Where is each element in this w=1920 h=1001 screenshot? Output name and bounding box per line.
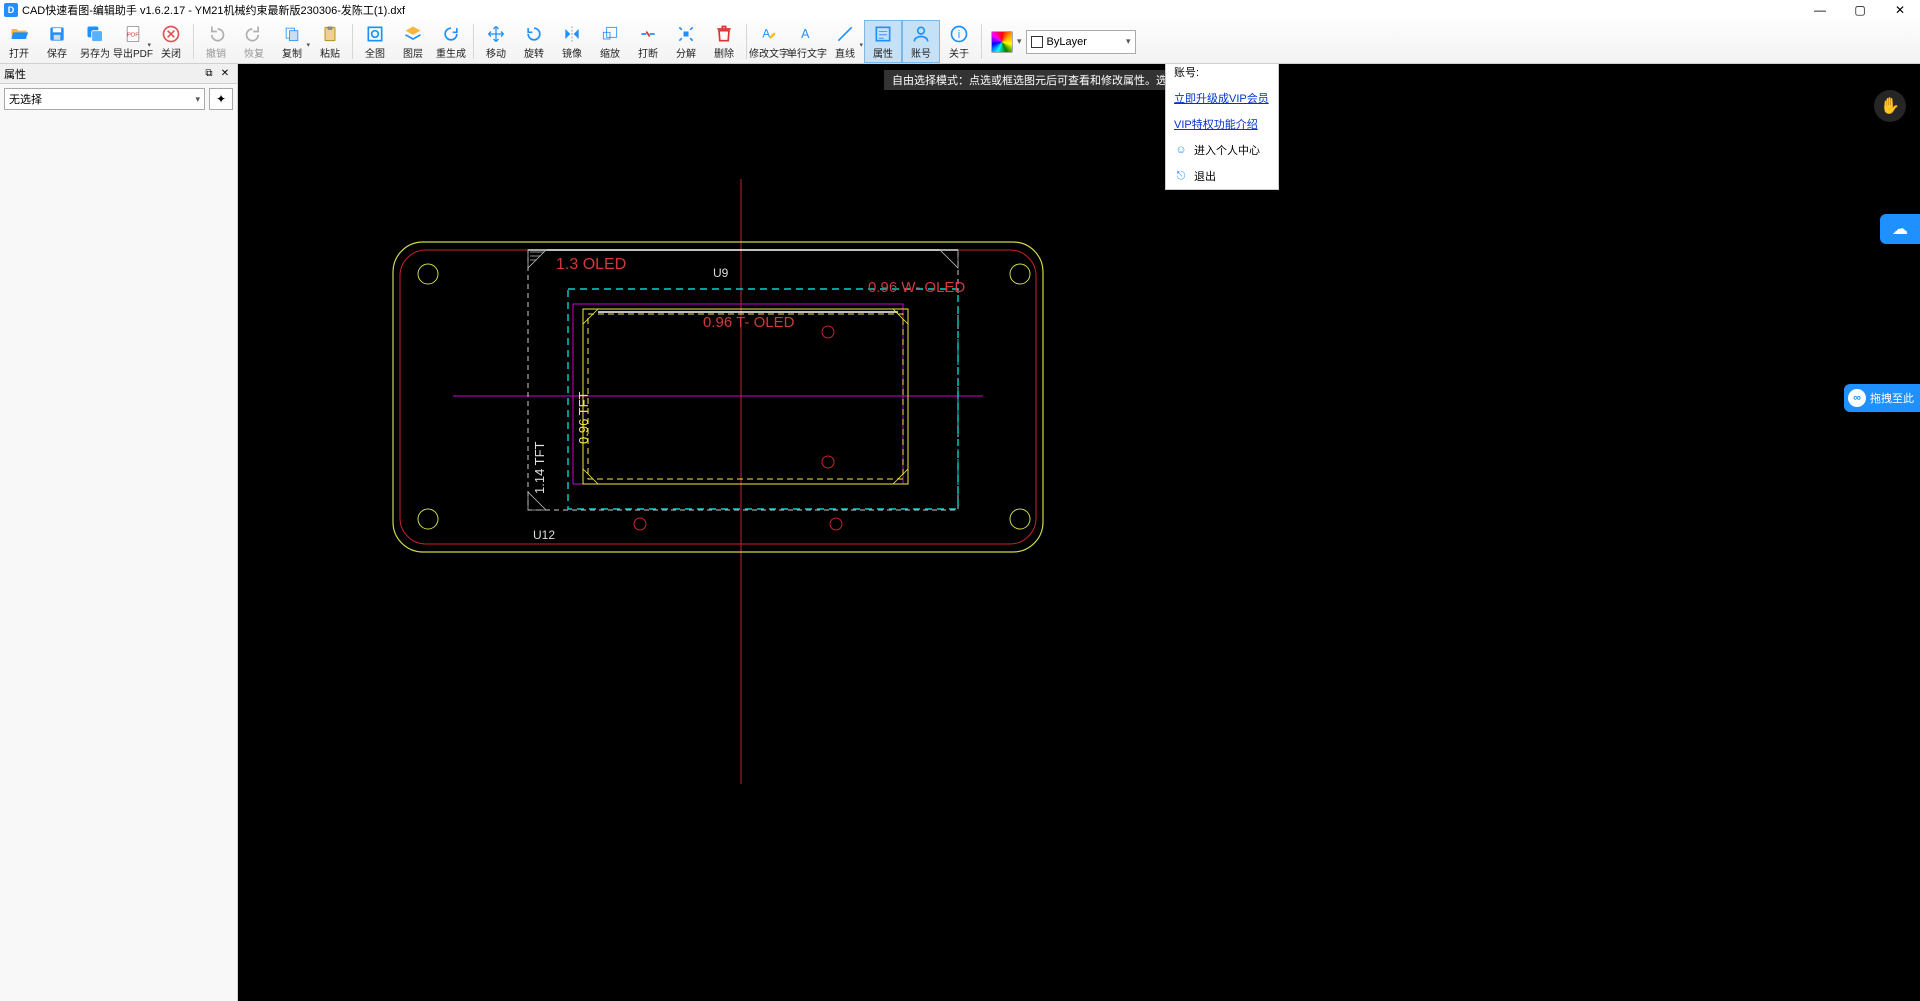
drag-tab[interactable]: ∞ 拖拽至此 (1844, 384, 1920, 412)
regen-button[interactable]: 重生成 (432, 20, 470, 63)
saveas-button[interactable]: 另存为 (76, 20, 114, 63)
window-title: CAD快速看图-编辑助手 v1.6.2.17 - YM21机械约束最新版2303… (22, 2, 1800, 18)
folder-open-icon (8, 24, 30, 44)
svg-text:U12: U12 (533, 528, 555, 542)
chevron-down-icon: ▾ (1126, 36, 1131, 47)
layer-color-swatch (1031, 36, 1043, 48)
save-icon (46, 24, 68, 44)
explode-icon (675, 24, 697, 44)
svg-text:A: A (801, 27, 810, 41)
svg-text:0.96 TFT: 0.96 TFT (576, 391, 591, 444)
edittext-button[interactable]: A 修改文字 (750, 20, 788, 63)
move-button[interactable]: 移动 (477, 20, 515, 63)
undo-button[interactable]: 撤销 (197, 20, 235, 63)
app-icon: D (4, 3, 18, 17)
layers-icon (402, 24, 424, 44)
redo-icon (243, 24, 265, 44)
explode-button[interactable]: 分解 (667, 20, 705, 63)
scale-icon (599, 24, 621, 44)
delete-icon (713, 24, 735, 44)
vip-intro-link[interactable]: VIP特权功能介绍 (1166, 111, 1278, 137)
svg-text:0.96 T- OLED: 0.96 T- OLED (703, 314, 795, 331)
svg-text:i: i (958, 29, 960, 41)
break-icon (637, 24, 659, 44)
rotate-icon (523, 24, 545, 44)
svg-text:U9: U9 (713, 266, 729, 280)
profile-link[interactable]: ☺进入个人中心 (1166, 137, 1278, 163)
pan-tool-button[interactable]: ✋ (1874, 90, 1906, 122)
chevron-down-icon: ▾ (195, 94, 200, 105)
properties-icon (872, 24, 894, 44)
person-icon: ☺ (1174, 143, 1188, 157)
svg-text:1.14 TFT: 1.14 TFT (532, 441, 547, 494)
layer-combo[interactable]: ByLayer ▾ (1026, 30, 1136, 54)
open-button[interactable]: 打开 (0, 20, 38, 63)
drawing-canvas[interactable]: 自由选择模式：点选或框选图元后可查看和修改属性。选中后………相关操作 账号: 立… (238, 64, 1920, 1001)
refresh-icon (440, 24, 462, 44)
link-icon: ∞ (1848, 389, 1866, 407)
paste-button[interactable]: 粘贴 (311, 20, 349, 63)
layer-controls: ▾ ByLayer ▾ (985, 20, 1142, 63)
move-icon (485, 24, 507, 44)
account-menu: 账号: 立即升级成VIP会员 VIP特权功能介绍 ☺进入个人中心 ⎋退出 (1165, 64, 1279, 190)
quick-select-button[interactable]: ✦ (209, 88, 233, 110)
text-icon: A (796, 24, 818, 44)
maximize-button[interactable]: ▢ (1840, 0, 1880, 20)
undo-icon (205, 24, 227, 44)
panel-float-icon[interactable]: ⧉ (201, 67, 217, 81)
properties-panel: 属性 ⧉ ✕ 无选择 ▾ ✦ (0, 64, 238, 1001)
color-dropdown-icon[interactable]: ▾ (1017, 36, 1022, 47)
logout-link[interactable]: ⎋退出 (1166, 163, 1278, 189)
mirror-icon (561, 24, 583, 44)
singletext-button[interactable]: A 单行文字 (788, 20, 826, 63)
copy-icon (281, 24, 303, 44)
scale-button[interactable]: 缩放 (591, 20, 629, 63)
close-button[interactable]: ✕ (1880, 0, 1920, 20)
account-button[interactable]: 账号 (902, 20, 940, 63)
paste-icon (319, 24, 341, 44)
selection-combo-label: 无选择 (9, 91, 42, 107)
logout-icon: ⎋ (1174, 169, 1188, 183)
save-button[interactable]: 保存 (38, 20, 76, 63)
rotate-button[interactable]: 旋转 (515, 20, 553, 63)
mirror-button[interactable]: 镜像 (553, 20, 591, 63)
upgrade-vip-link[interactable]: 立即升级成VIP会员 (1166, 85, 1278, 111)
line-icon (834, 24, 856, 44)
toolbar: 打开 保存 另存为 PDF 导出PDF▾ 关闭 撤销 恢复 复制▾ 粘贴 全图 … (0, 20, 1920, 64)
pdf-icon: PDF (122, 24, 144, 44)
properties-header: 属性 ⧉ ✕ (0, 64, 237, 84)
line-button[interactable]: 直线▾ (826, 20, 864, 63)
info-icon: i (948, 24, 970, 44)
account-header: 账号: (1166, 64, 1278, 85)
cloud-tab[interactable]: ☁ (1880, 214, 1920, 244)
cad-drawing: 1.3 OLED U9 0.96 W- OLED 0.96 T- OLED 0.… (238, 64, 1518, 854)
zoom-extents-icon (364, 24, 386, 44)
layers-button[interactable]: 图层 (394, 20, 432, 63)
svg-text:0.96 W- OLED: 0.96 W- OLED (868, 279, 965, 296)
selection-combo[interactable]: 无选择 ▾ (4, 88, 205, 110)
fullview-button[interactable]: 全图 (356, 20, 394, 63)
properties-button[interactable]: 属性 (864, 20, 902, 63)
break-button[interactable]: 打断 (629, 20, 667, 63)
properties-title: 属性 (4, 66, 26, 82)
redo-button[interactable]: 恢复 (235, 20, 273, 63)
about-button[interactable]: i 关于 (940, 20, 978, 63)
close-file-icon (160, 24, 182, 44)
layer-combo-label: ByLayer (1047, 36, 1087, 48)
svg-text:PDF: PDF (127, 32, 139, 38)
saveas-icon (84, 24, 106, 44)
copy-button[interactable]: 复制▾ (273, 20, 311, 63)
close-file-button[interactable]: 关闭 (152, 20, 190, 63)
user-icon (910, 24, 932, 44)
delete-button[interactable]: 删除 (705, 20, 743, 63)
svg-text:A: A (762, 27, 770, 40)
titlebar: D CAD快速看图-编辑助手 v1.6.2.17 - YM21机械约束最新版23… (0, 0, 1920, 20)
export-pdf-button[interactable]: PDF 导出PDF▾ (114, 20, 152, 63)
color-picker[interactable] (991, 31, 1013, 53)
minimize-button[interactable]: — (1800, 0, 1840, 20)
edit-text-icon: A (758, 24, 780, 44)
panel-close-icon[interactable]: ✕ (217, 67, 233, 81)
svg-text:1.3 OLED: 1.3 OLED (556, 256, 626, 273)
